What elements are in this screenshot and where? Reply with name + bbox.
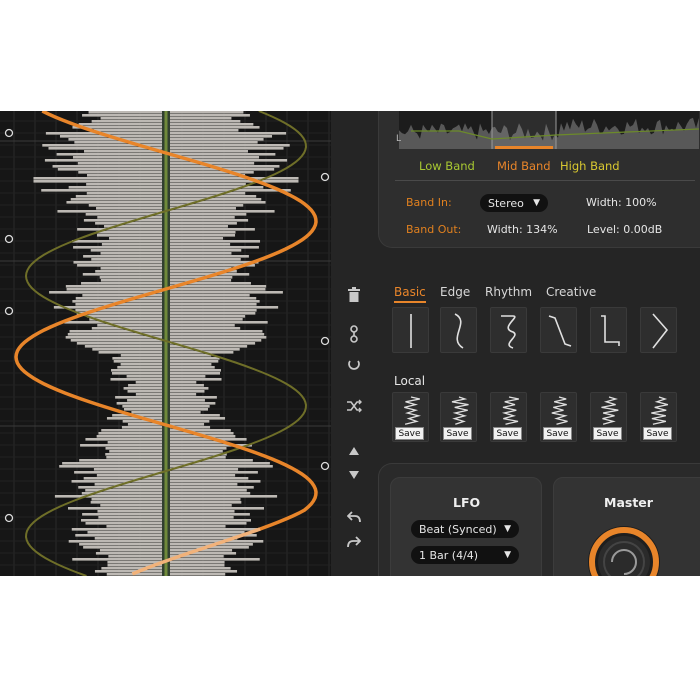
- lfo-mode-dropdown[interactable]: Beat (Synced) ▼: [411, 520, 519, 538]
- curve-node-icon: [4, 513, 14, 523]
- tab-rhythm[interactable]: Rhythm: [485, 285, 532, 299]
- save-button[interactable]: Save: [493, 427, 522, 440]
- tab-creative[interactable]: Creative: [546, 285, 596, 299]
- redo-icon[interactable]: [338, 529, 370, 555]
- spectrum-display[interactable]: [399, 111, 699, 149]
- save-button[interactable]: Save: [643, 427, 672, 440]
- save-button[interactable]: Save: [443, 427, 472, 440]
- chevron-down-icon: ▼: [504, 550, 511, 560]
- local-section-label: Local: [394, 374, 426, 388]
- shape-ramp-icon[interactable]: [540, 307, 577, 353]
- connect-nodes-icon[interactable]: [338, 321, 370, 347]
- chevron-down-icon: ▼: [533, 198, 540, 208]
- mid-band-tab[interactable]: Mid Band: [497, 159, 551, 173]
- lfo-mode-value: Beat (Synced): [419, 522, 497, 536]
- shape-sine-icon[interactable]: [440, 307, 477, 353]
- curve-node-icon: [4, 128, 14, 138]
- trash-icon[interactable]: [338, 281, 370, 307]
- curve-node-icon: [4, 306, 14, 316]
- local-shape-slot[interactable]: Save: [640, 392, 677, 442]
- shape-line-icon[interactable]: [392, 307, 429, 353]
- shape-square-icon[interactable]: [590, 307, 627, 353]
- shape-s-curve-icon[interactable]: [490, 307, 527, 353]
- curve-node-icon: [4, 234, 14, 244]
- curve-node-icon: [320, 336, 330, 346]
- spectrum-axis-mark: L: [396, 134, 402, 144]
- save-button[interactable]: Save: [543, 427, 572, 440]
- local-shape-slot[interactable]: Save: [392, 392, 429, 442]
- band-out-label: Band Out:: [406, 223, 462, 236]
- band-panel: L Low Band Mid Band High Band Band In: S…: [378, 111, 700, 248]
- band-out-level[interactable]: Level: 0.00dB: [587, 223, 662, 236]
- band-in-width[interactable]: Width: 100%: [586, 196, 657, 209]
- shuffle-icon[interactable]: [338, 393, 370, 419]
- lfo-rate-dropdown[interactable]: 1 Bar (4/4) ▼: [411, 546, 519, 564]
- local-shape-slot[interactable]: Save: [490, 392, 527, 442]
- band-divider: [395, 180, 695, 181]
- band-in-label: Band In:: [406, 196, 452, 209]
- arrow-down-icon[interactable]: [338, 462, 370, 488]
- curve-node-icon: [320, 172, 330, 182]
- high-band-tab[interactable]: High Band: [560, 159, 620, 173]
- lfo-title: LFO: [453, 495, 481, 510]
- band-out-width[interactable]: Width: 134%: [487, 223, 558, 236]
- master-knob[interactable]: [584, 522, 664, 576]
- waveform-editor[interactable]: [0, 111, 331, 576]
- save-button[interactable]: Save: [395, 427, 424, 440]
- master-title: Master: [604, 495, 653, 510]
- chevron-down-icon: ▼: [504, 524, 511, 534]
- lfo-rate-value: 1 Bar (4/4): [419, 548, 479, 562]
- active-band-indicator: [495, 146, 553, 149]
- shape-saw-icon[interactable]: [640, 307, 677, 353]
- waveform-canvas[interactable]: [0, 111, 331, 576]
- center-marker-line: [164, 111, 168, 576]
- tab-edge[interactable]: Edge: [440, 285, 470, 299]
- band-in-value: Stereo: [488, 196, 524, 210]
- low-band-tab[interactable]: Low Band: [419, 159, 475, 173]
- save-button[interactable]: Save: [593, 427, 622, 440]
- undo-arc-icon[interactable]: [338, 351, 370, 377]
- curve-node-icon: [320, 461, 330, 471]
- undo-icon[interactable]: [338, 504, 370, 530]
- local-shape-slot[interactable]: Save: [590, 392, 627, 442]
- master-panel: Master: [553, 477, 700, 576]
- arrow-up-icon[interactable]: [338, 438, 370, 464]
- edit-toolbar: [338, 281, 370, 571]
- band-in-dropdown[interactable]: Stereo ▼: [480, 194, 548, 212]
- plugin-window: L Low Band Mid Band High Band Band In: S…: [0, 111, 700, 576]
- lfo-panel: LFO Beat (Synced) ▼ 1 Bar (4/4) ▼: [390, 477, 542, 576]
- local-shape-slot[interactable]: Save: [440, 392, 477, 442]
- tab-basic[interactable]: Basic: [394, 285, 426, 303]
- local-shape-slot[interactable]: Save: [540, 392, 577, 442]
